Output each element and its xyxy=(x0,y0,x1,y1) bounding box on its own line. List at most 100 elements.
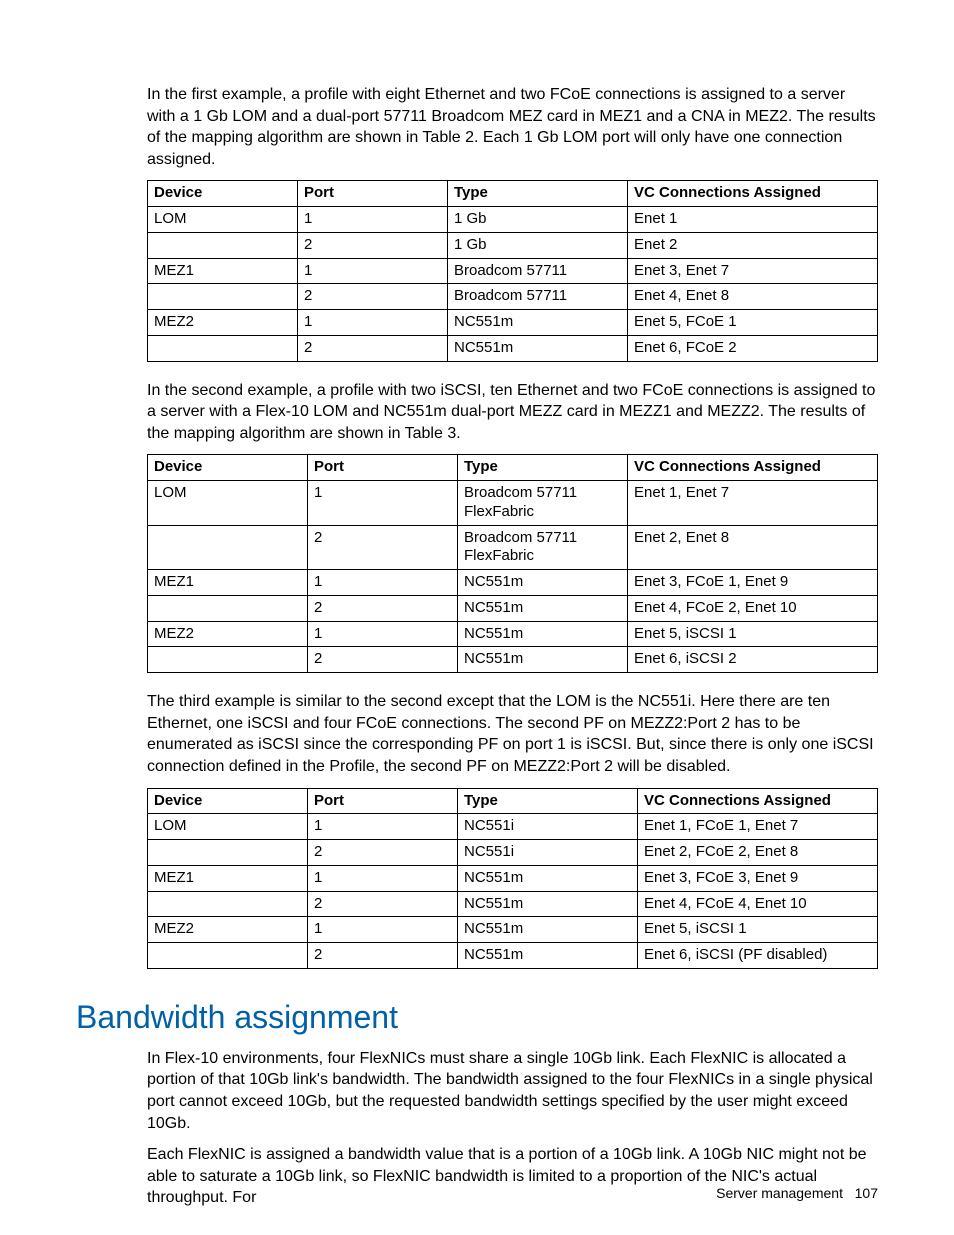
cell: Enet 2, FCoE 2, Enet 8 xyxy=(638,840,878,866)
table-row: 2Broadcom 57711 FlexFabricEnet 2, Enet 8 xyxy=(148,525,878,570)
table-row: 2NC551mEnet 6, FCoE 2 xyxy=(148,335,878,361)
cell xyxy=(148,284,298,310)
footer-section-label: Server management xyxy=(716,1185,843,1201)
th-type: Type xyxy=(458,788,638,814)
cell: NC551m xyxy=(458,570,628,596)
cell: Enet 1 xyxy=(628,207,878,233)
cell: MEZ1 xyxy=(148,258,298,284)
cell: NC551m xyxy=(458,647,628,673)
cell: 2 xyxy=(298,335,448,361)
table-row: MEZ21NC551mEnet 5, FCoE 1 xyxy=(148,310,878,336)
table-row: 2NC551mEnet 4, FCoE 2, Enet 10 xyxy=(148,595,878,621)
cell: MEZ2 xyxy=(148,621,308,647)
cell: Broadcom 57711 xyxy=(448,258,628,284)
heading-bandwidth-assignment: Bandwidth assignment xyxy=(76,999,878,1036)
cell: NC551m xyxy=(458,865,638,891)
cell: Broadcom 57711 FlexFabric xyxy=(458,481,628,526)
page-footer: Server management 107 xyxy=(716,1185,878,1201)
cell xyxy=(148,891,308,917)
th-port: Port xyxy=(308,455,458,481)
cell: Enet 6, iSCSI (PF disabled) xyxy=(638,943,878,969)
th-vc: VC Connections Assigned xyxy=(628,455,878,481)
cell: NC551m xyxy=(458,595,628,621)
table-example-1: Device Port Type VC Connections Assigned… xyxy=(147,180,878,361)
cell: 1 xyxy=(308,481,458,526)
table-example-2: Device Port Type VC Connections Assigned… xyxy=(147,454,878,673)
th-vc: VC Connections Assigned xyxy=(628,181,878,207)
cell: Enet 4, FCoE 2, Enet 10 xyxy=(628,595,878,621)
cell: 2 xyxy=(308,525,458,570)
table-row: MEZ21NC551mEnet 5, iSCSI 1 xyxy=(148,621,878,647)
cell xyxy=(148,525,308,570)
cell: 1 xyxy=(298,207,448,233)
cell: 2 xyxy=(308,891,458,917)
cell: NC551i xyxy=(458,814,638,840)
cell: 1 xyxy=(308,570,458,596)
table-row: MEZ21NC551mEnet 5, iSCSI 1 xyxy=(148,917,878,943)
table-row: 2NC551iEnet 2, FCoE 2, Enet 8 xyxy=(148,840,878,866)
table-row: 2NC551mEnet 6, iSCSI (PF disabled) xyxy=(148,943,878,969)
cell: 2 xyxy=(308,943,458,969)
th-port: Port xyxy=(308,788,458,814)
table-row: LOM1NC551iEnet 1, FCoE 1, Enet 7 xyxy=(148,814,878,840)
cell xyxy=(148,232,298,258)
cell: NC551m xyxy=(458,891,638,917)
table-row: 2Broadcom 57711Enet 4, Enet 8 xyxy=(148,284,878,310)
cell: 1 xyxy=(308,814,458,840)
cell: Enet 6, FCoE 2 xyxy=(628,335,878,361)
cell: NC551m xyxy=(448,310,628,336)
table-row: 21 GbEnet 2 xyxy=(148,232,878,258)
th-device: Device xyxy=(148,788,308,814)
cell: Enet 5, iSCSI 1 xyxy=(628,621,878,647)
th-type: Type xyxy=(458,455,628,481)
cell: Broadcom 57711 FlexFabric xyxy=(458,525,628,570)
cell: Enet 2 xyxy=(628,232,878,258)
cell xyxy=(148,335,298,361)
th-port: Port xyxy=(298,181,448,207)
cell xyxy=(148,647,308,673)
cell: NC551m xyxy=(458,917,638,943)
cell: LOM xyxy=(148,207,298,233)
cell: MEZ1 xyxy=(148,865,308,891)
cell: LOM xyxy=(148,814,308,840)
cell xyxy=(148,943,308,969)
cell: 1 xyxy=(308,917,458,943)
paragraph-intro-1: In the first example, a profile with eig… xyxy=(147,84,878,170)
cell xyxy=(148,595,308,621)
th-type: Type xyxy=(448,181,628,207)
cell: 1 xyxy=(308,621,458,647)
cell: 2 xyxy=(308,595,458,621)
cell: Enet 1, Enet 7 xyxy=(628,481,878,526)
cell: 2 xyxy=(298,284,448,310)
cell: 2 xyxy=(308,840,458,866)
cell: Enet 6, iSCSI 2 xyxy=(628,647,878,673)
paragraph-intro-2: In the second example, a profile with tw… xyxy=(147,380,878,445)
cell: NC551m xyxy=(448,335,628,361)
cell: 1 Gb xyxy=(448,232,628,258)
table-row: LOM1Broadcom 57711 FlexFabricEnet 1, Ene… xyxy=(148,481,878,526)
cell: NC551m xyxy=(458,943,638,969)
table-row: MEZ11NC551mEnet 3, FCoE 3, Enet 9 xyxy=(148,865,878,891)
paragraph-bandwidth-1: In Flex-10 environments, four FlexNICs m… xyxy=(147,1048,878,1134)
cell: MEZ2 xyxy=(148,310,298,336)
cell: Enet 3, FCoE 1, Enet 9 xyxy=(628,570,878,596)
cell: Enet 4, Enet 8 xyxy=(628,284,878,310)
cell: MEZ1 xyxy=(148,570,308,596)
cell: 1 xyxy=(308,865,458,891)
cell: Enet 5, iSCSI 1 xyxy=(638,917,878,943)
table-row: MEZ11NC551mEnet 3, FCoE 1, Enet 9 xyxy=(148,570,878,596)
cell: Enet 1, FCoE 1, Enet 7 xyxy=(638,814,878,840)
table-row: MEZ11Broadcom 57711Enet 3, Enet 7 xyxy=(148,258,878,284)
footer-page-number: 107 xyxy=(855,1185,878,1201)
table-example-3: Device Port Type VC Connections Assigned… xyxy=(147,788,878,969)
cell: Broadcom 57711 xyxy=(448,284,628,310)
cell: 2 xyxy=(308,647,458,673)
cell: Enet 4, FCoE 4, Enet 10 xyxy=(638,891,878,917)
cell: Enet 2, Enet 8 xyxy=(628,525,878,570)
cell: MEZ2 xyxy=(148,917,308,943)
cell: Enet 5, FCoE 1 xyxy=(628,310,878,336)
cell: LOM xyxy=(148,481,308,526)
cell: NC551i xyxy=(458,840,638,866)
paragraph-intro-3: The third example is similar to the seco… xyxy=(147,691,878,777)
cell: 1 Gb xyxy=(448,207,628,233)
